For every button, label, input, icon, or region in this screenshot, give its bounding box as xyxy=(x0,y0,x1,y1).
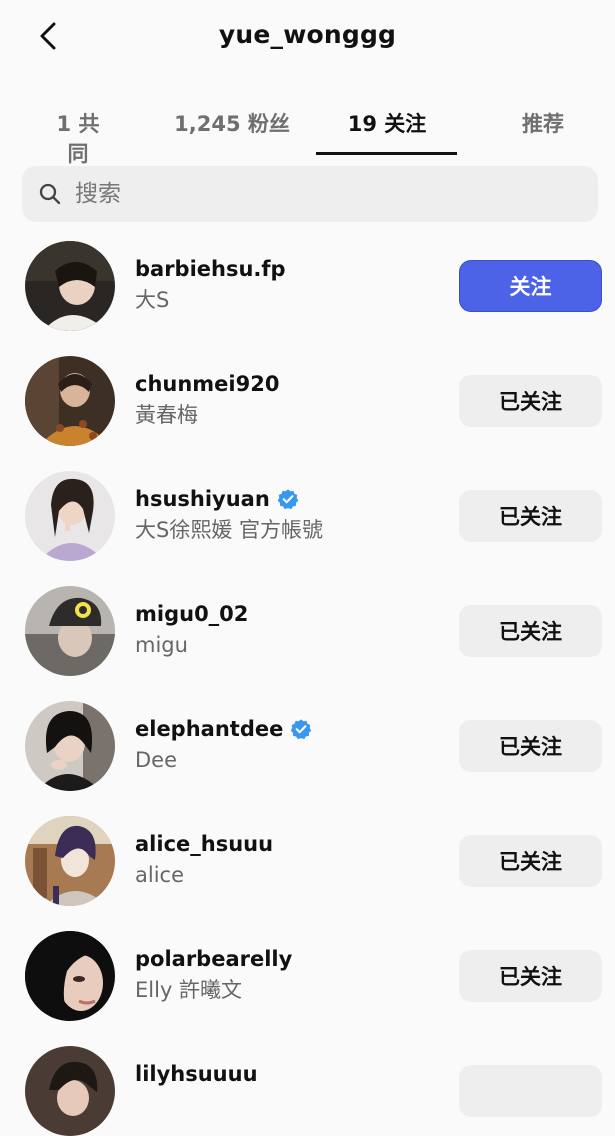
username[interactable]: alice_hsuuu xyxy=(135,830,445,858)
tab-bar: 1 共同 1,245 粉丝 19 关注 推荐 xyxy=(0,90,615,166)
list-item[interactable]: lilyhsuuuu xyxy=(0,1036,615,1136)
search-input[interactable] xyxy=(73,180,557,208)
list-item[interactable]: chunmei920 黃春梅 已关注 xyxy=(0,346,615,461)
display-name: Dee xyxy=(135,748,178,772)
page-title: yue_wonggg xyxy=(218,20,397,49)
username[interactable]: migu0_02 xyxy=(135,600,445,628)
list-item[interactable]: polarbearelly Elly 許曦文 已关注 xyxy=(0,921,615,1036)
active-tab-indicator xyxy=(316,152,457,155)
avatar[interactable] xyxy=(25,586,115,676)
user-text: hsushiyuan 大S徐熙媛 官方帳號 xyxy=(135,485,445,545)
username[interactable]: barbiehsu.fp xyxy=(135,255,445,283)
tab-followers[interactable]: 1,245 粉丝 xyxy=(174,108,290,138)
display-name: 大S xyxy=(135,288,170,312)
user-text: barbiehsu.fp 大S xyxy=(135,255,445,315)
following-button[interactable]: 已关注 xyxy=(459,375,602,427)
username[interactable]: elephantdee xyxy=(135,715,445,743)
list-item[interactable]: elephantdee Dee 已关注 xyxy=(0,691,615,806)
avatar[interactable] xyxy=(25,816,115,906)
tab-suggested[interactable]: 推荐 xyxy=(520,108,566,138)
search-bar[interactable] xyxy=(22,166,598,222)
user-text: polarbearelly Elly 許曦文 xyxy=(135,945,445,1005)
list-item[interactable]: alice_hsuuu alice 已关注 xyxy=(0,806,615,921)
following-button[interactable]: 已关注 xyxy=(459,835,602,887)
avatar[interactable] xyxy=(25,931,115,1021)
user-text: chunmei920 黃春梅 xyxy=(135,370,445,430)
display-name: alice xyxy=(135,863,185,887)
following-button[interactable]: 已关注 xyxy=(459,490,602,542)
user-text: elephantdee Dee xyxy=(135,715,445,775)
avatar[interactable] xyxy=(25,356,115,446)
following-button[interactable]: 已关注 xyxy=(459,605,602,657)
following-button[interactable]: 已关注 xyxy=(459,950,602,1002)
avatar[interactable] xyxy=(25,471,115,561)
username[interactable]: chunmei920 xyxy=(135,370,445,398)
list-item[interactable]: hsushiyuan 大S徐熙媛 官方帳號 已关注 xyxy=(0,461,615,576)
avatar[interactable] xyxy=(25,241,115,331)
follow-button[interactable]: 关注 xyxy=(459,260,602,312)
header: yue_wonggg xyxy=(0,0,615,76)
verified-badge-icon xyxy=(277,489,299,510)
tab-mutual[interactable]: 1 共同 xyxy=(48,108,108,168)
user-text: lilyhsuuuu xyxy=(135,1060,445,1088)
list-item[interactable]: barbiehsu.fp 大S 关注 xyxy=(0,231,615,346)
avatar[interactable] xyxy=(25,1046,115,1136)
username[interactable]: hsushiyuan xyxy=(135,485,445,513)
display-name: migu xyxy=(135,633,188,657)
following-button[interactable] xyxy=(459,1065,602,1117)
search-icon xyxy=(37,181,63,207)
following-list: barbiehsu.fp 大S 关注 chunmei920 黃春梅 已关注 hs… xyxy=(0,231,615,1136)
display-name: 大S徐熙媛 官方帳號 xyxy=(135,518,324,542)
tab-following[interactable]: 19 关注 xyxy=(340,108,434,138)
avatar[interactable] xyxy=(25,701,115,791)
verified-badge-icon xyxy=(291,719,312,740)
user-text: alice_hsuuu alice xyxy=(135,830,445,890)
following-button[interactable]: 已关注 xyxy=(459,720,602,772)
display-name: Elly 許曦文 xyxy=(135,978,243,1002)
list-item[interactable]: migu0_02 migu 已关注 xyxy=(0,576,615,691)
username[interactable]: polarbearelly xyxy=(135,945,445,973)
username[interactable]: lilyhsuuuu xyxy=(135,1060,445,1088)
display-name: 黃春梅 xyxy=(135,403,198,427)
user-text: migu0_02 migu xyxy=(135,600,445,660)
